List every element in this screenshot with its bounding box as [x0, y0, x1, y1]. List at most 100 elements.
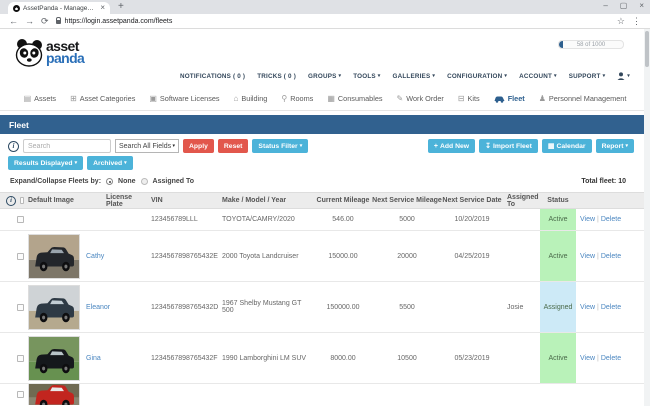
view-link[interactable]: View [580, 216, 595, 223]
row-checkbox[interactable] [17, 391, 24, 398]
status-badge: Active [540, 231, 576, 281]
assetpanda-page: asset panda 58 of 1000 NOTIFICATIONS ( 0… [0, 29, 650, 406]
nav-account[interactable]: ACCOUNT▾ [519, 73, 557, 80]
module-consumables[interactable]: ▦Consumables [327, 94, 382, 103]
row-checkbox[interactable] [17, 355, 24, 362]
module-rooms[interactable]: ⚲Rooms [281, 94, 313, 103]
minimize-button[interactable]: – [603, 1, 607, 10]
row-checkbox[interactable] [17, 304, 24, 311]
browser-tab[interactable]: AssetPanda - Management Syst × [8, 2, 110, 14]
module-work-order[interactable]: ✎Work Order [397, 94, 444, 103]
row-checkbox[interactable] [17, 253, 24, 260]
view-link[interactable]: View [580, 253, 595, 260]
usage-progress-fill [559, 41, 563, 48]
forward-icon[interactable]: → [25, 17, 34, 26]
report-button[interactable]: Report▾ [596, 139, 634, 153]
address-field[interactable]: https://login.assetpanda.com/fleets [56, 18, 610, 25]
results-displayed-button[interactable]: Results Displayed▾ [8, 156, 83, 170]
chevron-down-icon: ▾ [432, 73, 435, 79]
close-button[interactable]: × [639, 1, 644, 10]
chevron-down-icon: ▾ [124, 160, 127, 166]
search-field-select[interactable]: Search All Fields ▾ [115, 139, 179, 153]
scrollbar-thumb[interactable] [645, 31, 649, 67]
radio-none-label[interactable]: None [118, 178, 136, 185]
status-filter-button[interactable]: Status Filter▾ [252, 139, 308, 153]
delete-link[interactable]: Delete [601, 355, 621, 362]
nav-configuration[interactable]: CONFIGURATION▾ [447, 73, 507, 80]
browser-menu-icon[interactable]: ⋮ [632, 17, 641, 26]
status-badge: Active [540, 333, 576, 383]
vehicle-photo[interactable] [28, 336, 80, 381]
reset-button[interactable]: Reset [218, 139, 249, 153]
assetpanda-favicon [13, 5, 20, 12]
nav-support[interactable]: SUPPORT▾ [569, 73, 606, 80]
col-assigned-to: Assigned To [502, 194, 540, 208]
vehicle-photo[interactable] [28, 384, 80, 405]
fleet-toolbar: i Search All Fields ▾ Apply Reset Status… [0, 134, 650, 153]
select-all-checkbox[interactable] [20, 197, 24, 204]
refresh-icon[interactable]: ⟳ [41, 17, 49, 26]
info-icon[interactable]: i [6, 196, 16, 206]
radio-assigned-to[interactable] [141, 178, 148, 185]
chevron-down-icon: ▾ [75, 160, 78, 166]
calendar-button[interactable]: ▦Calendar [542, 139, 592, 153]
search-input[interactable] [23, 139, 111, 153]
view-link[interactable]: View [580, 355, 595, 362]
asset-usage-meter: 58 of 1000 [558, 40, 624, 49]
module-asset-categories[interactable]: ⊞Asset Categories [70, 94, 135, 103]
view-link[interactable]: View [580, 304, 595, 311]
usage-text: 58 of 1000 [577, 42, 605, 48]
assets-icon: ▤ [24, 95, 32, 103]
radio-none[interactable] [106, 178, 113, 185]
assetpanda-logo[interactable]: asset panda [14, 37, 636, 67]
archived-button[interactable]: Archived▾ [87, 156, 133, 170]
import-fleet-button[interactable]: ↧Import Fleet [479, 139, 538, 153]
vehicle-photo[interactable] [28, 285, 80, 330]
import-arrow-icon: ↧ [485, 143, 491, 150]
license-plate-link[interactable]: Eleanor [86, 304, 110, 311]
filter-buttons-row: Results Displayed▾ Archived▾ [0, 153, 650, 170]
col-next-service-mileage: Next Service Mileage [372, 197, 442, 204]
chevron-down-icon: ▾ [625, 143, 628, 149]
module-building[interactable]: ⌂Building [234, 94, 268, 103]
nav-tools[interactable]: TOOLS▾ [353, 73, 380, 80]
module-software-licenses[interactable]: ▣Software Licenses [149, 94, 219, 103]
page-title: Fleet [0, 115, 650, 134]
logo-text-panda: panda [46, 51, 84, 65]
nav-tricks[interactable]: TRICKS ( 0 ) [257, 73, 296, 80]
vehicle-photo[interactable] [28, 234, 80, 279]
apply-button[interactable]: Apply [183, 139, 214, 153]
module-kits[interactable]: ⊟Kits [458, 94, 480, 103]
table-header: i Default Image License Plate VIN Make /… [0, 192, 644, 209]
radio-assigned-label[interactable]: Assigned To [153, 178, 194, 185]
add-new-button[interactable]: +Add New [428, 139, 475, 153]
module-fleet[interactable]: Fleet [494, 94, 525, 103]
module-assets[interactable]: ▤Assets [24, 94, 56, 103]
delete-link[interactable]: Delete [601, 216, 621, 223]
expand-collapse-row: Expand/Collapse Fleets by: None Assigned… [0, 178, 650, 185]
license-plate-link[interactable]: Cathy [86, 253, 104, 260]
calendar-icon: ▦ [548, 143, 555, 150]
nav-galleries[interactable]: GALLERIES▾ [393, 73, 436, 80]
kits-icon: ⊟ [458, 95, 465, 103]
table-row: 123456789LLL TOYOTA/CAMRY/2020 546.00 50… [0, 209, 644, 231]
info-icon[interactable]: i [8, 141, 19, 152]
nav-notifications[interactable]: NOTIFICATIONS ( 0 ) [180, 73, 245, 80]
maximize-button[interactable]: ▢ [620, 1, 628, 10]
nav-groups[interactable]: GROUPS▾ [308, 73, 341, 80]
bookmark-star-icon[interactable]: ☆ [617, 17, 625, 26]
new-tab-button[interactable]: + [118, 2, 124, 12]
user-menu[interactable]: ▾ [617, 72, 630, 80]
delete-link[interactable]: Delete [601, 304, 621, 311]
row-checkbox[interactable] [17, 216, 24, 223]
module-personnel-management[interactable]: ♟Personnel Management [539, 94, 627, 103]
delete-link[interactable]: Delete [601, 253, 621, 260]
tab-close-icon[interactable]: × [100, 4, 105, 12]
license-plate-link[interactable]: Gina [86, 355, 101, 362]
table-row: Gina 1234567898765432F 1990 Lamborghini … [0, 333, 644, 384]
back-icon[interactable]: ← [9, 17, 18, 26]
rooms-pin-icon: ⚲ [281, 95, 287, 103]
page-scrollbar[interactable] [644, 29, 650, 406]
col-current-mileage: Current Mileage [314, 197, 372, 204]
software-licenses-icon: ▣ [149, 95, 157, 103]
